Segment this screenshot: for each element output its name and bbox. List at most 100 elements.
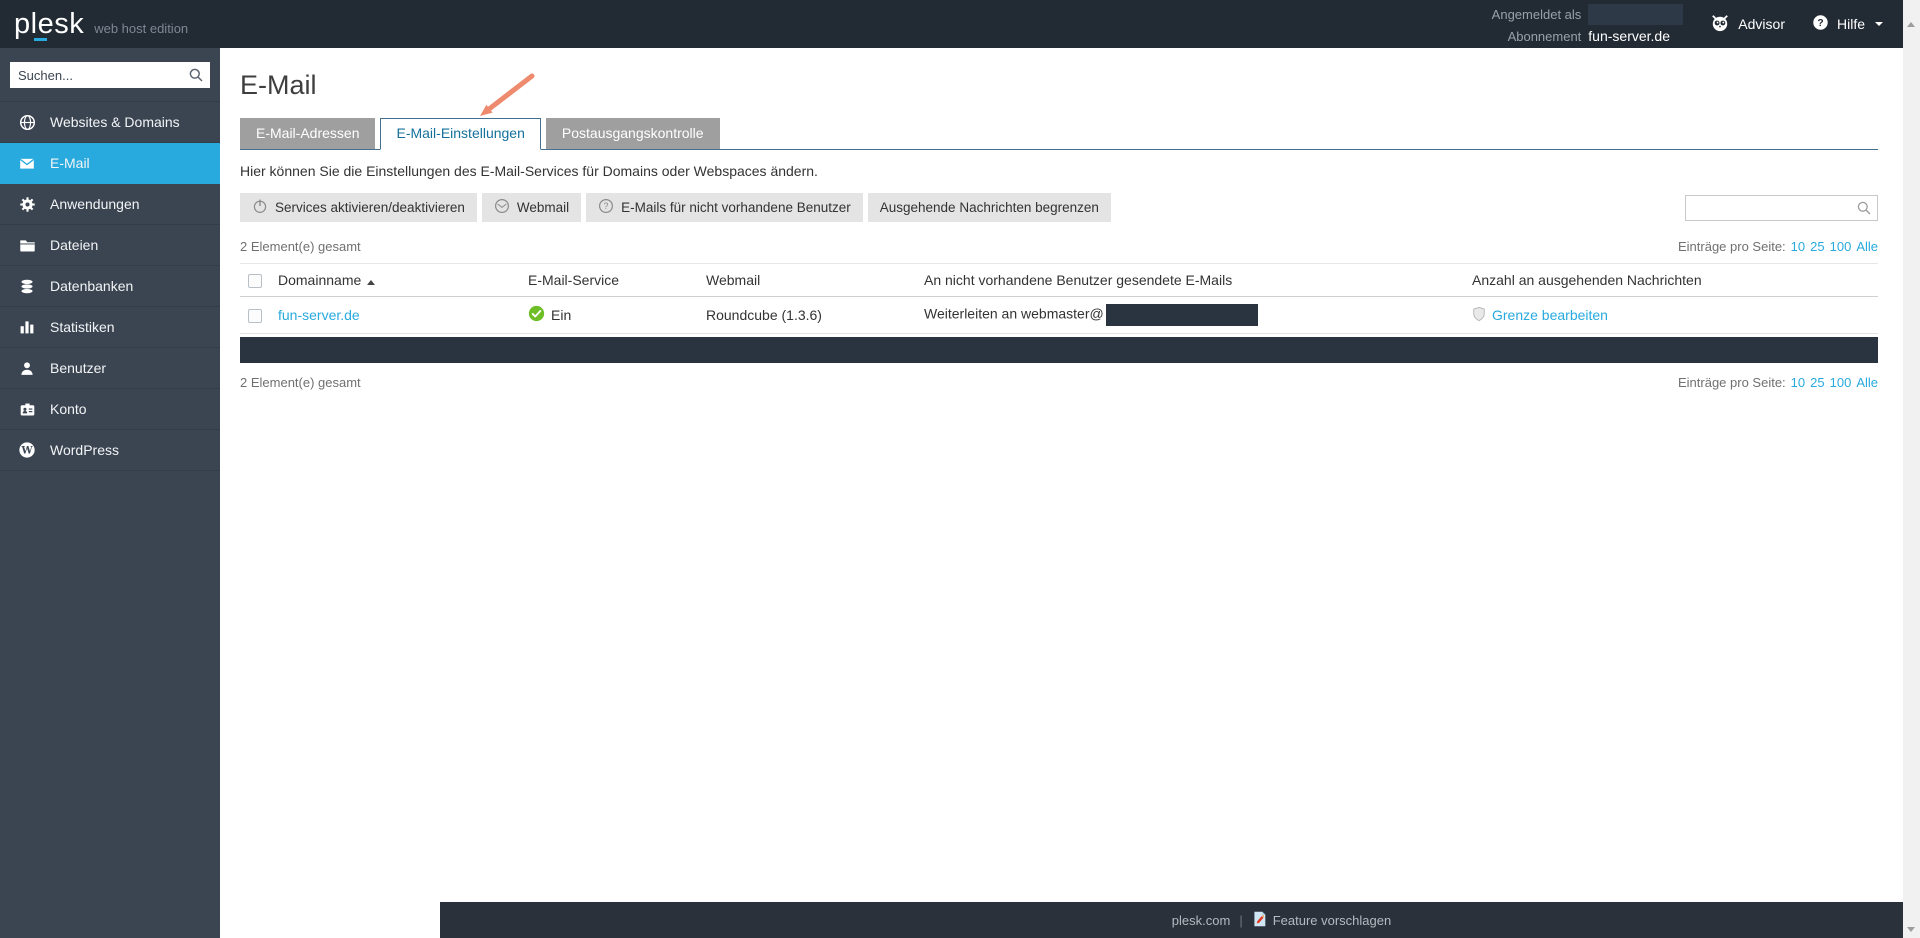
tab-e-mail-adressen[interactable]: E-Mail-Adressen bbox=[240, 118, 376, 149]
feature-doc-icon bbox=[1252, 911, 1267, 930]
login-info: Angemeldet als Abonnement fun-server.de bbox=[1492, 4, 1684, 44]
redacted-forwarding-address bbox=[1105, 304, 1258, 327]
column-header-label: Webmail bbox=[706, 272, 761, 289]
sidebar-item-e-mail[interactable]: E-Mail bbox=[0, 143, 220, 184]
subscription-domain-link[interactable]: fun-server.de bbox=[1588, 28, 1683, 44]
sidebar-item-benutzer[interactable]: Benutzer bbox=[0, 348, 220, 389]
column-header-domainname[interactable]: Domainname bbox=[270, 262, 520, 298]
sidebar-item-wordpress[interactable]: W WordPress bbox=[0, 430, 220, 471]
per-page-option-alle[interactable]: Alle bbox=[1856, 239, 1878, 254]
service-status-label: Ein bbox=[551, 307, 572, 324]
toolbar-button-label: Services aktivieren/deaktivieren bbox=[275, 200, 465, 215]
per-page-label: Einträge pro Seite: bbox=[1677, 239, 1786, 254]
logged-in-label: Angemeldet als bbox=[1491, 7, 1582, 22]
forwarding-cell: Weiterleiten an webmaster@ bbox=[916, 296, 1464, 335]
plesk-logo-underline bbox=[34, 37, 47, 41]
per-page-control: Einträge pro Seite: 10 25 100 Alle bbox=[1678, 375, 1878, 390]
column-header-an-nicht-vorhandene-benutzer-gesendete-e-mails: An nicht vorhandene Benutzer gesendete E… bbox=[916, 262, 1464, 298]
sidebar-item-dateien[interactable]: Dateien bbox=[0, 225, 220, 266]
plesk-logo-text: plesk bbox=[14, 7, 85, 40]
sidebar-item-statistiken[interactable]: Statistiken bbox=[0, 307, 220, 348]
per-page-option-25[interactable]: 25 bbox=[1810, 239, 1824, 254]
gear-icon bbox=[17, 196, 37, 213]
database-icon bbox=[17, 278, 37, 295]
column-header-label: E-Mail-Service bbox=[528, 272, 620, 289]
search-icon[interactable] bbox=[1856, 200, 1872, 221]
select-all-checkbox[interactable] bbox=[248, 274, 262, 289]
sidebar-item-label: Anwendungen bbox=[50, 196, 140, 212]
service-status-cell: Ein bbox=[520, 296, 698, 335]
folder-icon bbox=[17, 237, 37, 254]
tab-postausgangskontrolle[interactable]: Postausgangskontrolle bbox=[545, 118, 720, 149]
per-page-label: Einträge pro Seite: bbox=[1677, 375, 1786, 391]
sidebar-item-websites-domains[interactable]: Websites & Domains bbox=[0, 102, 220, 143]
plesk-logo[interactable]: plesk bbox=[14, 7, 85, 41]
main-area: E-Mail E-Mail-Adressen E-Mail-Einstellung… bbox=[220, 48, 1920, 938]
wordpress-icon: W bbox=[17, 441, 37, 459]
suggest-feature-label: Feature vorschlagen bbox=[1272, 912, 1392, 928]
column-header-webmail: Webmail bbox=[698, 262, 916, 298]
user-icon bbox=[17, 360, 37, 377]
per-page-option-25[interactable]: 25 bbox=[1810, 375, 1824, 390]
sidebar-item-datenbanken[interactable]: Datenbanken bbox=[0, 266, 220, 307]
sidebar-item-anwendungen[interactable]: Anwendungen bbox=[0, 184, 220, 225]
topbar: plesk web host edition Angemeldet als Ab… bbox=[0, 0, 1903, 48]
per-page-option-100[interactable]: 100 bbox=[1830, 239, 1852, 254]
toolbar-button-ausgehende-nachrichten-begrenzen[interactable]: Ausgehende Nachrichten begrenzen bbox=[867, 193, 1111, 222]
domain-cell: fun-server.de bbox=[270, 296, 520, 335]
sidebar-item-label: WordPress bbox=[50, 442, 119, 458]
id-card-icon bbox=[17, 401, 37, 418]
per-page-option-100[interactable]: 100 bbox=[1830, 375, 1852, 390]
tab-e-mail-einstellungen[interactable]: E-Mail-Einstellungen bbox=[380, 118, 541, 150]
column-header-anzahl-an-ausgehenden-nachrichten: Anzahl an ausgehenden Nachrichten bbox=[1464, 262, 1878, 298]
svg-text:?: ? bbox=[1817, 18, 1823, 29]
list-search bbox=[1685, 194, 1878, 221]
svg-text:W: W bbox=[20, 446, 33, 457]
scrollbar[interactable] bbox=[1903, 0, 1920, 938]
items-total: 2 Element(e) gesamt bbox=[240, 239, 361, 254]
advisor-label: Advisor bbox=[1738, 16, 1785, 32]
sidebar-menu: Websites & Domains E-Mail Anwendungen Datei… bbox=[0, 101, 220, 471]
toolbar-button-label: Ausgehende Nachrichten begrenzen bbox=[879, 200, 1099, 215]
edit-limit-link[interactable]: Grenze bearbeiten bbox=[1492, 307, 1608, 323]
sidebar-search bbox=[10, 62, 210, 88]
help-label: Hilfe bbox=[1836, 16, 1865, 32]
power-icon bbox=[252, 198, 268, 217]
toolbar-button-services-aktivieren-deaktivieren[interactable]: Services aktivieren/deaktivieren bbox=[240, 193, 477, 222]
footer: plesk.com | Feature vorschlagen bbox=[440, 902, 1920, 938]
sort-asc-icon bbox=[367, 280, 376, 286]
plesk-com-link[interactable]: plesk.com bbox=[1172, 913, 1231, 928]
scrollbar-down-arrow[interactable] bbox=[1907, 927, 1915, 932]
sidebar-item-konto[interactable]: Konto bbox=[0, 389, 220, 430]
sidebar-search-input[interactable] bbox=[10, 62, 210, 88]
email-settings-table: Domainname E-Mail-Service Webmail An nicht … bbox=[240, 262, 1878, 335]
list-search-input[interactable] bbox=[1685, 194, 1878, 221]
domain-link[interactable]: fun-server.de bbox=[278, 307, 360, 323]
help-menu[interactable]: ? Hilfe bbox=[1812, 14, 1883, 34]
list-meta-top: 2 Element(e) gesamt Einträge pro Seite: 10… bbox=[240, 239, 1878, 254]
per-page-option-10[interactable]: 10 bbox=[1791, 239, 1805, 254]
scrollbar-up-arrow[interactable] bbox=[1907, 22, 1915, 27]
svg-text:?: ? bbox=[604, 201, 609, 211]
tab-description: Hier können Sie die Einstellungen des E-… bbox=[240, 163, 818, 179]
suggest-feature-link[interactable]: Feature vorschlagen bbox=[1252, 911, 1392, 930]
column-header-label: An nicht vorhandene Benutzer gesendete E… bbox=[924, 272, 1233, 289]
advisor-button[interactable]: Advisor bbox=[1710, 14, 1785, 35]
per-page-control: Einträge pro Seite: 10 25 100 Alle bbox=[1678, 239, 1878, 254]
sidebar-item-label: Websites & Domains bbox=[50, 114, 180, 130]
toolbar-button-webmail[interactable]: Webmail bbox=[481, 193, 582, 222]
toolbar-button-e-mails-f-r-nicht-vorhandene-benutzer[interactable]: ? E-Mails für nicht vorhandene Benutzer bbox=[586, 193, 863, 222]
per-page-option-alle[interactable]: Alle bbox=[1856, 375, 1878, 390]
help-icon: ? bbox=[1812, 14, 1829, 34]
row-checkbox[interactable] bbox=[248, 309, 262, 324]
topbar-right: Angemeldet als Abonnement fun-server.de … bbox=[1492, 4, 1883, 44]
select-all-cell bbox=[240, 262, 270, 298]
search-icon bbox=[188, 67, 204, 88]
sidebar-item-label: E-Mail bbox=[50, 155, 90, 171]
redacted-table-row bbox=[240, 337, 1878, 364]
webmail-cell: Roundcube (1.3.6) bbox=[698, 296, 916, 335]
question-icon: ? bbox=[598, 198, 614, 217]
sidebar-item-label: Benutzer bbox=[50, 360, 107, 376]
per-page-option-10[interactable]: 10 bbox=[1791, 375, 1805, 390]
mail-icon bbox=[17, 155, 37, 172]
